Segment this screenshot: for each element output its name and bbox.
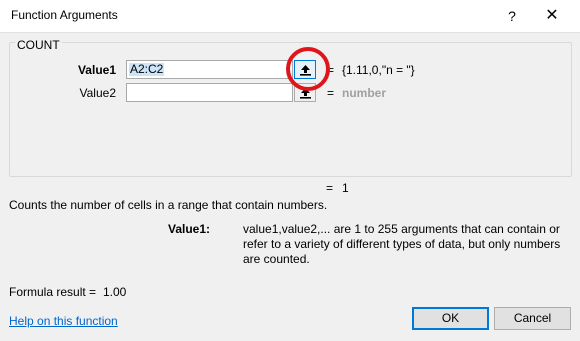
total-result: 1: [342, 181, 349, 195]
value2-equals: =: [327, 86, 335, 100]
formula-result-value: 1.00: [103, 285, 127, 299]
highlight-circle: [286, 47, 330, 91]
cancel-button[interactable]: Cancel: [494, 307, 571, 330]
title-bar: Function Arguments ? ✕: [0, 0, 580, 32]
formula-result-label: Formula result =: [9, 285, 97, 299]
value2-result: number: [342, 86, 387, 100]
dialog-body: COUNT Value1 A2:C2 = {1.11,0,"n = "} Val…: [0, 32, 580, 341]
value1-input-text: A2:C2: [129, 62, 165, 76]
ok-button[interactable]: OK: [412, 307, 489, 330]
total-equals: =: [326, 181, 334, 195]
close-button[interactable]: ✕: [540, 4, 564, 28]
help-on-function-link[interactable]: Help on this function: [9, 314, 118, 328]
value1-label: Value1: [77, 63, 116, 77]
help-button[interactable]: ?: [500, 4, 524, 28]
argument-help-label: Value1:: [168, 222, 211, 236]
value2-input[interactable]: [126, 83, 293, 102]
value1-input[interactable]: A2:C2: [126, 60, 293, 79]
function-name: COUNT: [15, 38, 62, 52]
dialog-title: Function Arguments: [11, 8, 118, 22]
function-description: Counts the number of cells in a range th…: [9, 198, 328, 212]
value2-label: Value2: [79, 86, 116, 100]
argument-help-text: value1,value2,... are 1 to 255 arguments…: [243, 222, 561, 266]
value1-result: {1.11,0,"n = "}: [342, 63, 415, 77]
